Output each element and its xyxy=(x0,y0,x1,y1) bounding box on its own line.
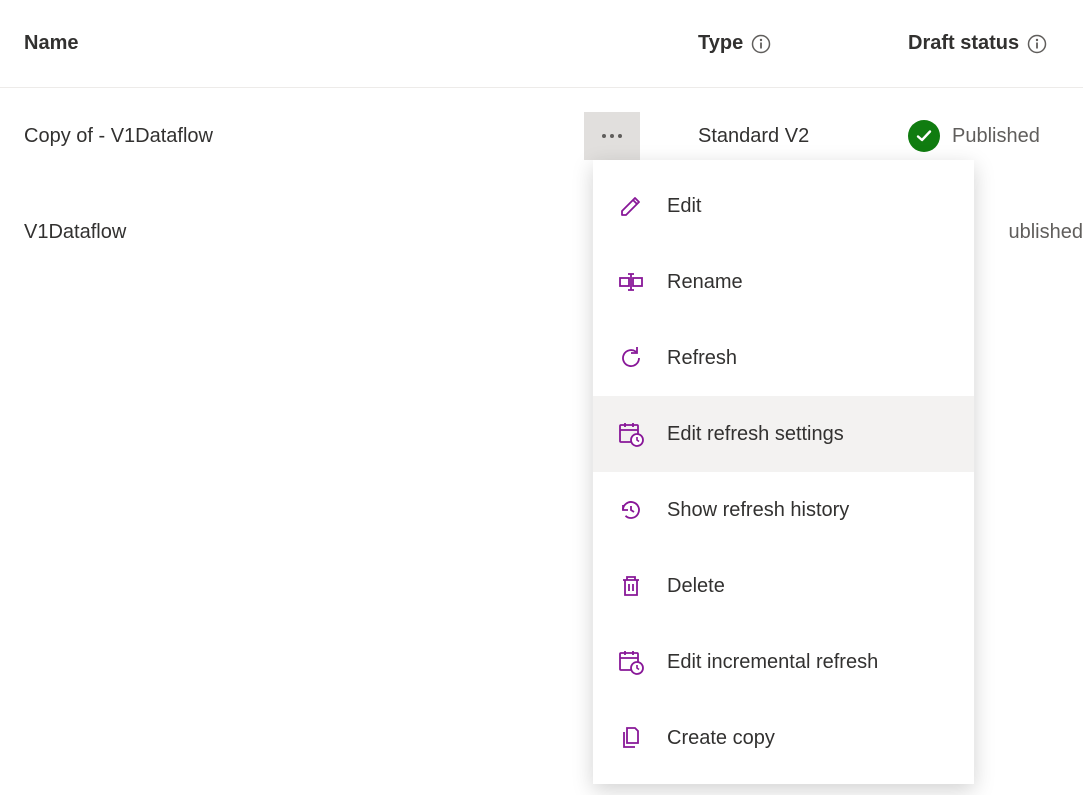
menu-item-edit[interactable]: Edit xyxy=(593,168,974,244)
menu-item-label: Edit refresh settings xyxy=(667,423,844,446)
menu-item-label: Refresh xyxy=(667,347,737,370)
calendar-clock-icon xyxy=(617,648,645,676)
more-actions-button[interactable] xyxy=(584,112,640,160)
menu-item-delete[interactable]: Delete xyxy=(593,548,974,624)
menu-item-label: Rename xyxy=(667,271,743,294)
column-header-type[interactable]: Type xyxy=(698,32,908,55)
pencil-icon xyxy=(617,192,645,220)
check-circle-icon xyxy=(908,120,940,152)
history-icon xyxy=(617,496,645,524)
more-horizontal-icon xyxy=(602,134,622,138)
trash-icon xyxy=(617,572,645,600)
row-status-label: Published xyxy=(952,125,1040,148)
menu-item-label: Delete xyxy=(667,575,725,598)
context-menu: Edit Rename Refresh Edit refresh setting… xyxy=(593,160,974,784)
menu-item-label: Create copy xyxy=(667,727,775,750)
menu-item-label: Edit incremental refresh xyxy=(667,651,878,674)
menu-item-label: Show refresh history xyxy=(667,499,849,522)
column-status-label: Draft status xyxy=(908,32,1019,55)
table-header-row: Name Type Draft status xyxy=(0,0,1083,88)
menu-item-rename[interactable]: Rename xyxy=(593,244,974,320)
row-name: Copy of - V1Dataflow xyxy=(24,125,584,148)
info-icon[interactable] xyxy=(751,34,771,54)
row-status-label: ublished xyxy=(1008,221,1083,244)
column-name-label: Name xyxy=(24,32,78,54)
rename-icon xyxy=(617,268,645,296)
menu-item-show-refresh-history[interactable]: Show refresh history xyxy=(593,472,974,548)
copy-icon xyxy=(617,724,645,752)
info-icon[interactable] xyxy=(1027,34,1047,54)
row-type: Standard V2 xyxy=(698,125,908,148)
row-name: V1Dataflow xyxy=(24,221,584,244)
column-type-label: Type xyxy=(698,32,743,55)
menu-item-edit-incremental-refresh[interactable]: Edit incremental refresh xyxy=(593,624,974,700)
menu-item-create-copy[interactable]: Create copy xyxy=(593,700,974,776)
menu-item-refresh[interactable]: Refresh xyxy=(593,320,974,396)
menu-item-edit-refresh-settings[interactable]: Edit refresh settings xyxy=(593,396,974,472)
row-status: Published xyxy=(908,120,1083,152)
refresh-icon xyxy=(617,344,645,372)
calendar-clock-icon xyxy=(617,420,645,448)
column-header-name[interactable]: Name xyxy=(24,32,698,55)
menu-item-label: Edit xyxy=(667,195,701,218)
column-header-status[interactable]: Draft status xyxy=(908,32,1083,55)
